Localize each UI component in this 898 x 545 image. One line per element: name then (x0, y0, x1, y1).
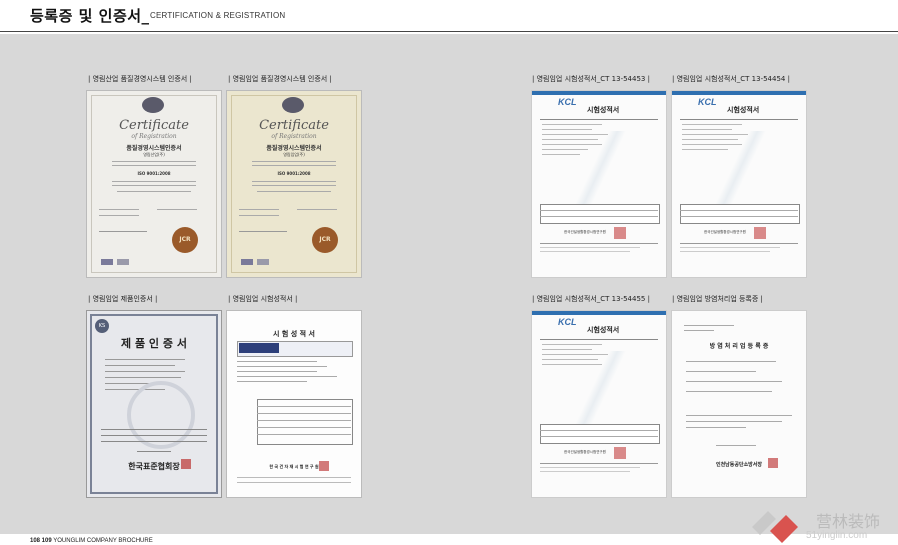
brochure-name: YOUNGLIM COMPANY BROCHURE (53, 538, 153, 544)
caption-product-cert: | 영림임업 제품인증서 | (88, 295, 158, 303)
ks-watermark-icon (127, 381, 195, 449)
certificate-sub: of Registration (131, 133, 177, 140)
issuer-name: 한국표준협회장 (128, 462, 180, 471)
jcr-seal: JCR (312, 227, 338, 253)
registration-title: 방 염 처 리 업 등 록 증 (709, 343, 769, 350)
test-report-image-2: KCL 시험성적서 한국건설생활환경시험연구원 (671, 90, 807, 278)
report-title: 시 험 성 적 서 (273, 330, 315, 338)
header-divider (0, 31, 898, 32)
page-title: 등록증 및 인증서_ (30, 7, 150, 25)
issuer-seal (181, 459, 191, 469)
test-report-image-4: KCL 시험성적서 한국건설생활환경시험연구원 (531, 310, 667, 498)
page-subtitle: CERTIFICATION & REGISTRATION (150, 11, 286, 20)
certificate-heading: Certificate (119, 118, 189, 133)
caption-flame-cert: | 영림임업 방염처리업 등록증 | (672, 295, 763, 303)
kcl-stamp (614, 227, 626, 239)
product-certificate-image: KS 제 품 인 증 서 한국표준협회장 (86, 310, 222, 498)
page-header: 등록증 및 인증서_ CERTIFICATION & REGISTRATION (0, 0, 898, 33)
product-cert-title: 제 품 인 증 서 (121, 337, 187, 350)
emblem-icon (282, 97, 304, 113)
emblem-icon (142, 97, 164, 113)
flame-registration-image: 방 염 처 리 업 등 록 증 인천남동공단소방서장 (671, 310, 807, 498)
report-issuer: 한 국 건 자 재 시 험 연 구 원 (269, 464, 319, 469)
certificate-company: 영림산업(주) (143, 152, 165, 157)
ks-logo-icon: KS (95, 319, 109, 333)
test-report-image-1: KCL 시험성적서 한국건설생활환경시험연구원 (531, 90, 667, 278)
issuer-seal (319, 461, 329, 471)
kcl-logo: KCL (698, 97, 717, 107)
lab-logo (239, 343, 279, 353)
report-title: 시험성적서 (587, 106, 620, 114)
test-report-image-3: 시 험 성 적 서 한 국 건 자 재 시 험 연 구 원 (226, 310, 362, 498)
issuing-org: 한국건설생활환경시험연구원 (564, 230, 606, 234)
kcl-stamp (754, 227, 766, 239)
issuing-org: 한국건설생활환경시험연구원 (564, 450, 606, 454)
caption-cert-1: | 영림산업 품질경영시스템 인증서 | (88, 75, 192, 83)
certificate-standard: ISO 9001:2008 (137, 171, 171, 176)
issuing-org: 한국건설생활환경시험연구원 (704, 230, 746, 234)
watermark-text: 营林装饰 (816, 512, 881, 531)
caption-cert-2: | 영림임업 품질경영시스템 인증서 | (228, 75, 332, 83)
watermark-url: 51yinglin.com (806, 530, 868, 541)
registration-issuer: 인천남동공단소방서장 (715, 462, 762, 468)
certificate-standard: ISO 9001:2008 (277, 171, 311, 176)
certificate-korean: 품질경영시스템인증서 (266, 145, 322, 152)
certificate-image-2: Certificate of Registration 품질경영시스템인증서 영… (226, 90, 362, 278)
caption-test-1: | 영림임업 시험성적서_CT 13-54453 | (532, 75, 650, 83)
report-title: 시험성적서 (727, 106, 760, 114)
jcr-seal: JCR (172, 227, 198, 253)
page-numbers: 108 109 (30, 538, 52, 544)
certificate-korean: 품질경영시스템인증서 (126, 145, 182, 152)
caption-test-3: | 영림임업 시험성적서 | (228, 295, 298, 303)
watermark-logo-icon (752, 511, 798, 543)
certificate-sub: of Registration (271, 133, 317, 140)
kcl-logo: KCL (558, 317, 577, 327)
caption-test-4: | 영림임업 시험성적서_CT 13-54455 | (532, 295, 650, 303)
caption-test-2: | 영림임업 시험성적서_CT 13-54454 | (672, 75, 790, 83)
page-footer: 108 109 YOUNGLIM COMPANY BROCHURE (30, 538, 153, 544)
kcl-logo: KCL (558, 97, 577, 107)
certificate-image-1: Certificate of Registration 품질경영시스템인증서 영… (86, 90, 222, 278)
report-title: 시험성적서 (587, 326, 620, 334)
certificate-company: 영림임업(주) (283, 152, 305, 157)
certificate-heading: Certificate (259, 118, 329, 133)
kcl-stamp (614, 447, 626, 459)
issuer-seal (768, 458, 778, 468)
